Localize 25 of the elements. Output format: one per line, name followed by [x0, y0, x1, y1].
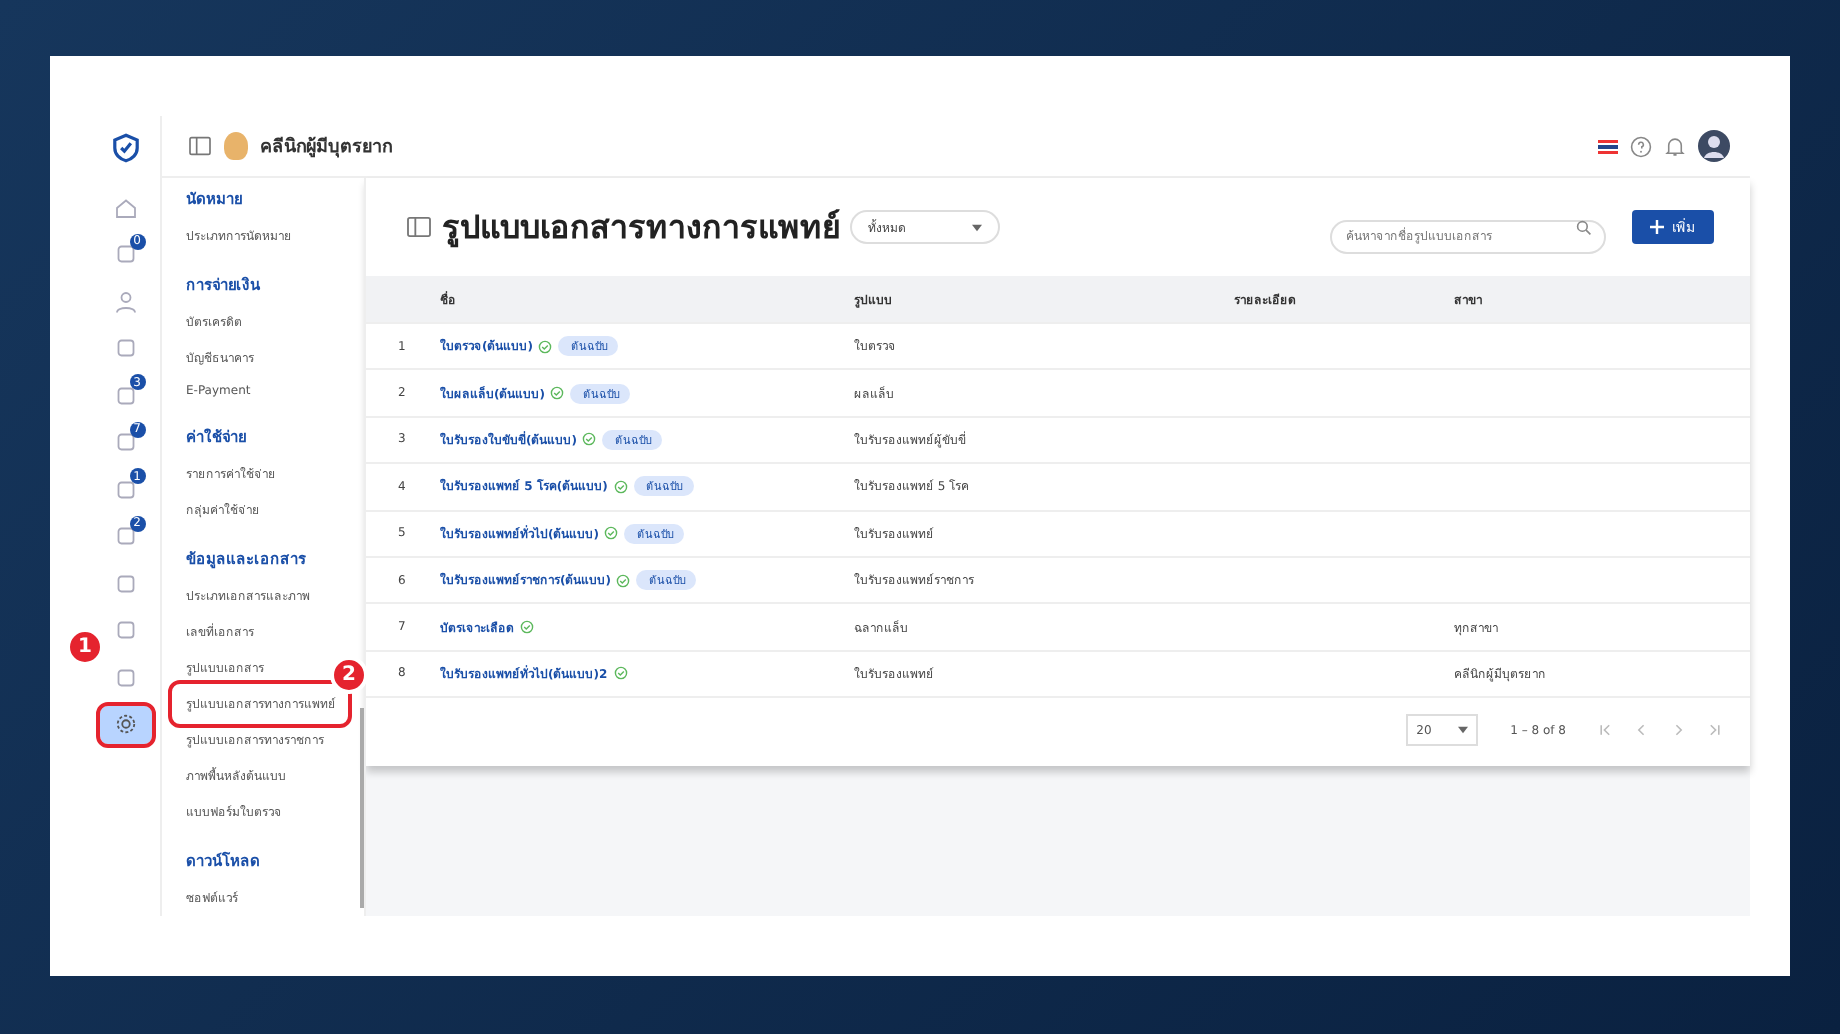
- next-page-icon[interactable]: [1670, 722, 1686, 739]
- flag-icon[interactable]: [1598, 139, 1618, 153]
- plus-icon: [1650, 220, 1664, 234]
- help-icon[interactable]: [1630, 135, 1652, 157]
- caret-icon: [972, 223, 982, 231]
- step-marker: 1: [66, 628, 104, 666]
- last-page-icon[interactable]: [1706, 722, 1722, 739]
- clinic-avatar-icon: [224, 132, 248, 160]
- scrollbar[interactable]: [360, 708, 364, 908]
- sidebar-toggle-icon[interactable]: [188, 136, 212, 156]
- settings-icon: [113, 712, 137, 737]
- search-icon: [1576, 219, 1592, 235]
- person-icon: [113, 289, 137, 314]
- home-icon: [113, 195, 137, 220]
- caret-icon: [1458, 726, 1469, 735]
- first-page-icon[interactable]: [1598, 722, 1614, 739]
- nav-button[interactable]: [99, 705, 151, 744]
- shield-logo-icon: [109, 132, 141, 164]
- user-avatar-icon[interactable]: [1698, 130, 1730, 162]
- panel-icon: [406, 216, 432, 238]
- clinic-name: คลีนิกผู้มีบุตรยาก: [260, 134, 392, 160]
- bell-icon[interactable]: [1664, 135, 1686, 157]
- page-title: รูปแบบเอกสารทางการแพทย์: [442, 206, 840, 252]
- step-marker: 2: [330, 656, 368, 694]
- previous-page-icon[interactable]: [1634, 722, 1650, 739]
